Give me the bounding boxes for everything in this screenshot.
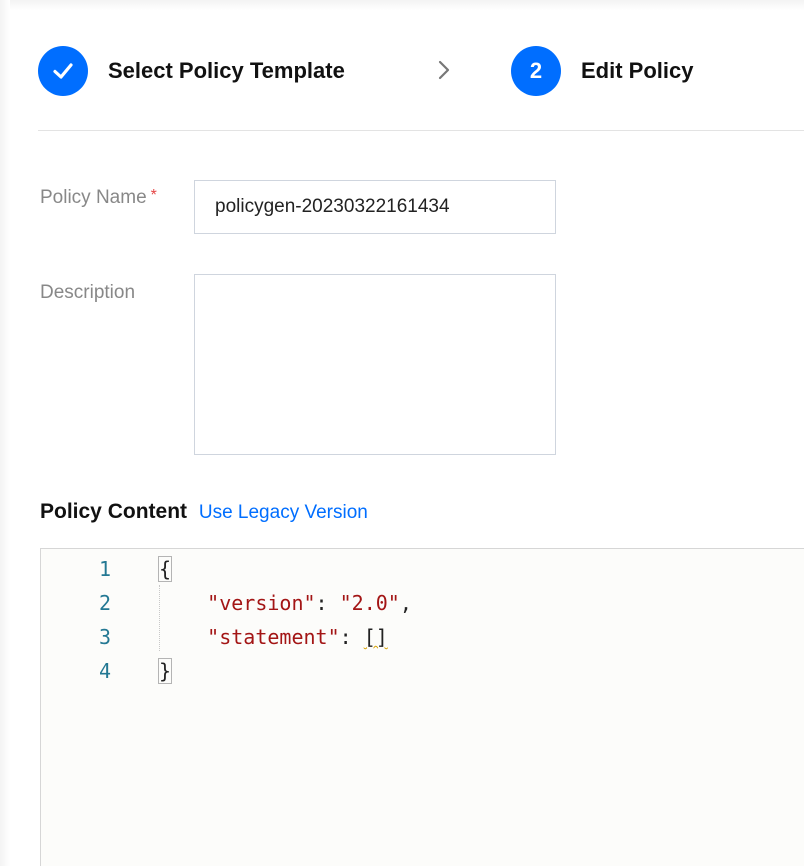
step-complete-circle [38,46,88,96]
policy-code-editor[interactable]: 1 { 2 "version": "2.0", 3 "statement": [… [40,548,804,866]
step-edit-policy: 2 Edit Policy [511,46,693,96]
policy-name-input[interactable]: policygen-20230322161434 [194,180,556,234]
chevron-right-icon [438,60,450,80]
policy-content-heading: Policy Content Use Legacy Version [40,500,368,524]
editor-line: 3 "statement": [] [41,625,804,659]
policy-name-label-text: Policy Name [40,187,147,208]
required-asterisk: * [150,187,157,204]
code-text: } [157,658,173,684]
description-label: Description [40,282,136,303]
policy-content-title: Policy Content [40,500,188,523]
json-value: "2.0" [339,591,400,615]
code-text: { [157,556,173,582]
editor-line: 1 { [41,556,804,591]
json-colon: : [339,625,364,649]
editor-line: 4 } [41,658,804,693]
json-array-warning: [] [363,625,388,649]
line-number: 4 [98,659,111,683]
line-number: 3 [98,625,111,649]
header-divider [38,130,804,131]
open-brace: { [157,556,173,582]
close-brace: } [157,658,173,684]
json-colon: : [315,591,340,615]
editor-line: 2 "version": "2.0", [41,591,804,625]
description-textarea[interactable] [194,274,556,455]
use-legacy-version-link[interactable]: Use Legacy Version [199,502,368,523]
step-1-label: Select Policy Template [108,58,345,83]
line-number: 1 [98,557,111,581]
step-2-label: Edit Policy [581,58,694,83]
policy-name-value: policygen-20230322161434 [215,196,450,217]
line-number: 2 [98,591,111,615]
json-key: "statement" [207,625,340,649]
check-icon [53,63,73,79]
top-shade [0,0,804,10]
step-number-circle: 2 [511,46,561,96]
policy-editor-page: Select Policy Template 2 Edit Policy Pol… [0,0,804,866]
left-shade [0,0,10,866]
json-comma: , [399,591,412,615]
step-select-policy-template[interactable]: Select Policy Template [38,46,345,96]
policy-name-label: Policy Name * [40,187,157,209]
code-text: "statement": [] [159,625,388,649]
json-key: "version" [207,591,316,615]
code-text: "version": "2.0", [159,591,412,615]
